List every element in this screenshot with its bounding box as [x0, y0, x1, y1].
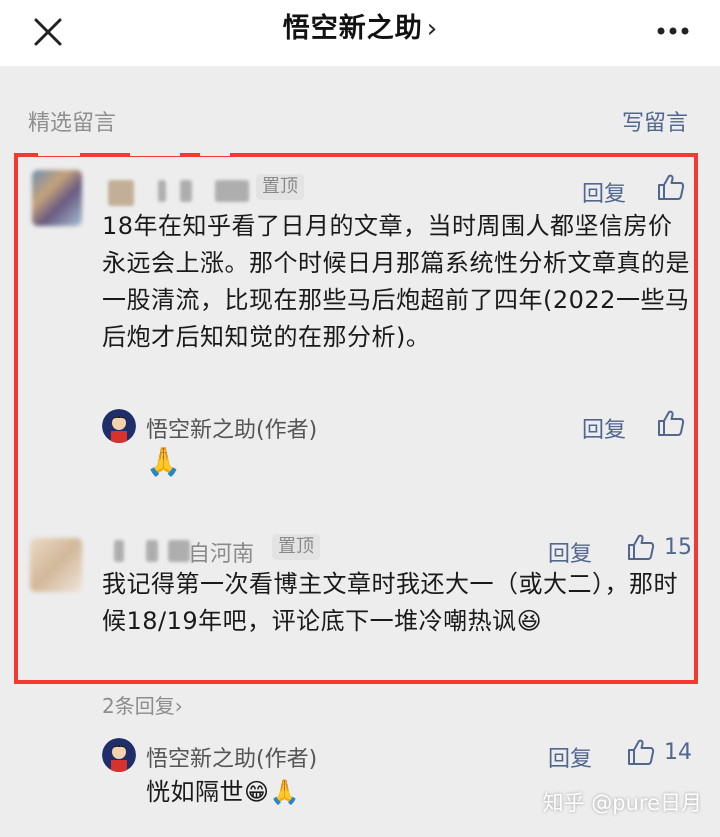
chevron-right-icon: ›	[426, 14, 438, 44]
pinned-tag: 置顶	[256, 174, 304, 200]
like-button[interactable]	[656, 408, 686, 438]
title-area[interactable]: 悟空新之助 ›	[0, 0, 720, 66]
top-bar: 悟空新之助 ›	[0, 0, 720, 66]
watermark: 知乎 @pure日月	[542, 791, 702, 815]
like-count: 15	[664, 534, 692, 560]
avatar[interactable]	[30, 538, 82, 592]
comment-text: 我记得第一次看博主文章时我还大一（或大二），那时候18/19年吧，评论底下一堆冷…	[102, 570, 678, 635]
more-icon[interactable]	[656, 26, 690, 36]
author-name[interactable]: 悟空新之助(作者)	[146, 741, 317, 773]
username-redacted	[114, 540, 124, 562]
chevron-right-icon: ›	[174, 694, 183, 718]
thumbs-up-icon	[658, 174, 685, 200]
comment-text: 18年在知乎看了日月的文章，当时周围人都坚信房价永远会上涨。那个时候日月那篇系统…	[102, 212, 690, 351]
author-name[interactable]: 悟空新之助(作者)	[146, 412, 317, 444]
username-redacted	[168, 540, 190, 562]
reply-button[interactable]: 回复	[548, 741, 592, 773]
page-title[interactable]: 悟空新之助	[283, 13, 423, 44]
reply-button[interactable]: 回复	[582, 412, 626, 444]
username-redacted	[146, 540, 158, 562]
author-avatar-image	[102, 409, 136, 443]
like-count: 14	[664, 739, 692, 765]
reply-button[interactable]: 回复	[582, 176, 626, 208]
reply-content: 恍如隔世😁🙏	[146, 778, 300, 806]
thumbs-up-icon	[628, 739, 655, 765]
reply-content: 🙏	[146, 445, 181, 478]
author-avatar[interactable]	[102, 409, 136, 443]
pinned-tag: 置顶	[272, 534, 320, 560]
border-tear-mark	[38, 142, 80, 156]
border-tear-mark	[130, 146, 180, 156]
thumbs-up-icon	[658, 410, 685, 436]
username-redacted	[180, 180, 192, 202]
author-avatar-image	[102, 738, 136, 772]
like-button[interactable]: 14	[626, 737, 692, 767]
avatar[interactable]	[32, 170, 82, 226]
author-avatar[interactable]	[102, 738, 136, 772]
replies-count-label: 2条回复	[102, 694, 175, 718]
thumbs-up-icon	[628, 534, 655, 560]
location-label: 自河南	[188, 542, 255, 567]
like-button[interactable]: 15	[626, 532, 692, 562]
view-replies-link[interactable]: 2条回复›	[102, 690, 183, 719]
like-button[interactable]	[656, 172, 686, 202]
section-label: 精选留言	[28, 111, 117, 136]
write-comment-button[interactable]: 写留言	[622, 105, 688, 137]
username-redacted	[108, 180, 134, 206]
border-tear-mark	[200, 146, 230, 156]
username-redacted	[158, 180, 166, 202]
reply-button[interactable]: 回复	[548, 536, 592, 568]
username-redacted	[215, 180, 249, 202]
